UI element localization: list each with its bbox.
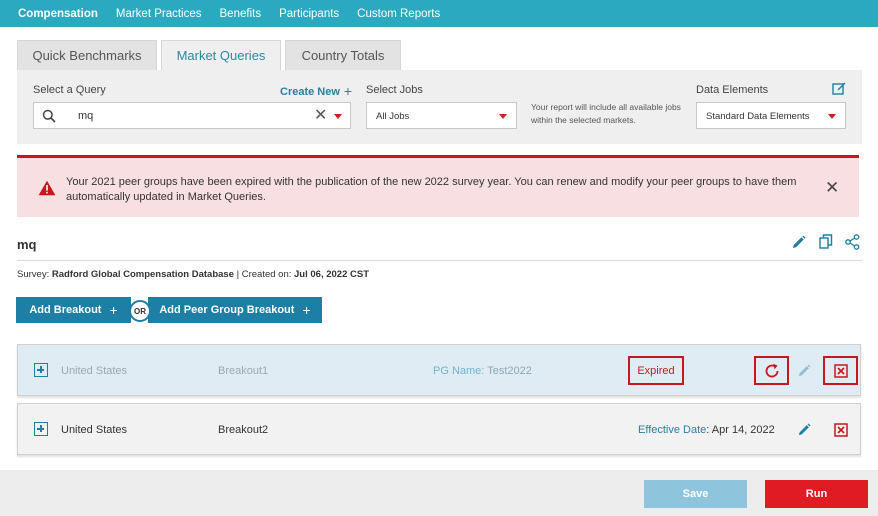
add-breakout-label: Add Breakout [29, 304, 102, 316]
expand-plus-icon[interactable] [34, 363, 48, 377]
run-button[interactable]: Run [765, 480, 868, 508]
expired-status-badge: Expired [628, 356, 684, 385]
renew-button[interactable] [754, 356, 789, 385]
plus-icon: + [343, 83, 353, 99]
query-select[interactable]: mq ✕ [33, 102, 351, 129]
row-country: United States [61, 424, 128, 436]
created-on-label: | Created on: [233, 269, 292, 280]
nav-item-compensation[interactable]: Compensation [18, 8, 98, 20]
breakout-row: United States Breakout1 PG Name: Test202… [17, 344, 861, 396]
add-breakout-button[interactable]: Add Breakout + [16, 297, 131, 323]
nav-item-custom-reports[interactable]: Custom Reports [357, 8, 440, 20]
plus-icon: + [109, 302, 118, 318]
divider [17, 260, 862, 261]
save-button[interactable]: Save [644, 480, 747, 508]
plus-icon: + [302, 302, 311, 318]
delete-x-icon [834, 364, 848, 378]
nav-item-participants[interactable]: Participants [279, 8, 339, 20]
alert-message: Your 2021 peer groups have been expired … [66, 176, 797, 203]
row-breakout-name: Breakout2 [218, 424, 269, 436]
effective-date-label: Effective Date [638, 424, 707, 436]
select-query-label: Select a Query [33, 84, 106, 96]
tab-market-queries[interactable]: Market Queries [161, 40, 281, 70]
survey-name: Radford Global Compensation Database [51, 269, 234, 280]
jobs-select-value: All Jobs [376, 111, 410, 122]
data-elements-select[interactable]: Standard Data Elements [696, 102, 846, 129]
jobs-select[interactable]: All Jobs [366, 102, 517, 129]
survey-label: Survey: [17, 269, 50, 280]
pencil-icon[interactable] [797, 364, 811, 378]
delete-button[interactable] [823, 356, 858, 385]
nav-item-market-practices[interactable]: Market Practices [116, 8, 202, 20]
chevron-down-icon[interactable] [334, 114, 342, 119]
pg-name-label: PG Name: [433, 365, 485, 377]
created-on-date: Jul 06, 2022 CST [294, 269, 369, 280]
edit-square-icon[interactable] [832, 81, 846, 95]
clear-icon[interactable]: ✕ [314, 108, 327, 124]
row-country: United States [61, 365, 128, 377]
jobs-note: Your report will include all available j… [531, 102, 681, 125]
select-jobs-label: Select Jobs [366, 84, 423, 96]
data-elements-label: Data Elements [696, 84, 769, 96]
expand-plus-icon[interactable] [34, 422, 48, 436]
refresh-icon [765, 363, 779, 378]
pg-name-value: Test2022 [487, 365, 532, 377]
tab-quick-benchmarks[interactable]: Quick Benchmarks [17, 40, 157, 70]
row-breakout-name: Breakout1 [218, 365, 269, 377]
search-icon [42, 109, 56, 123]
pencil-icon[interactable] [797, 423, 811, 437]
warning-icon [38, 180, 56, 196]
effective-date-value: : Apr 14, 2022 [706, 424, 775, 436]
or-badge: OR [129, 300, 151, 322]
top-nav: Compensation Market Practices Benefits P… [0, 0, 878, 27]
nav-item-benefits[interactable]: Benefits [220, 8, 262, 20]
row-effective-date: Effective Date: Apr 14, 2022 [638, 424, 775, 436]
query-title: mq [17, 237, 37, 252]
close-icon[interactable]: ✕ [825, 179, 839, 196]
delete-x-icon[interactable] [834, 423, 848, 437]
tab-country-totals[interactable]: Country Totals [285, 40, 401, 70]
query-panel: Select a Query Create New + mq ✕ Select J… [17, 70, 862, 144]
breakout-row: United States Breakout2 Effective Date: … [17, 403, 861, 455]
add-peer-group-label: Add Peer Group Breakout [159, 304, 295, 316]
footer-bar: Save Run [0, 470, 878, 516]
row-pg-name: PG Name: Test2022 [433, 365, 532, 377]
share-icon[interactable] [845, 234, 860, 250]
data-elements-value: Standard Data Elements [706, 111, 810, 122]
add-peer-group-breakout-button[interactable]: Add Peer Group Breakout + [148, 297, 322, 323]
survey-info: Survey: Radford Global Compensation Data… [17, 269, 369, 280]
query-input-value: mq [78, 110, 94, 122]
tab-bar: Quick Benchmarks Market Queries Country … [17, 40, 405, 70]
chevron-down-icon [499, 114, 507, 119]
copy-icon[interactable] [819, 234, 833, 250]
pencil-icon[interactable] [791, 235, 806, 250]
chevron-down-icon [828, 114, 836, 119]
expired-peer-group-alert: Your 2021 peer groups have been expired … [17, 155, 859, 217]
create-new-label: Create New [280, 86, 340, 98]
create-new-button[interactable]: Create New + [280, 83, 352, 99]
